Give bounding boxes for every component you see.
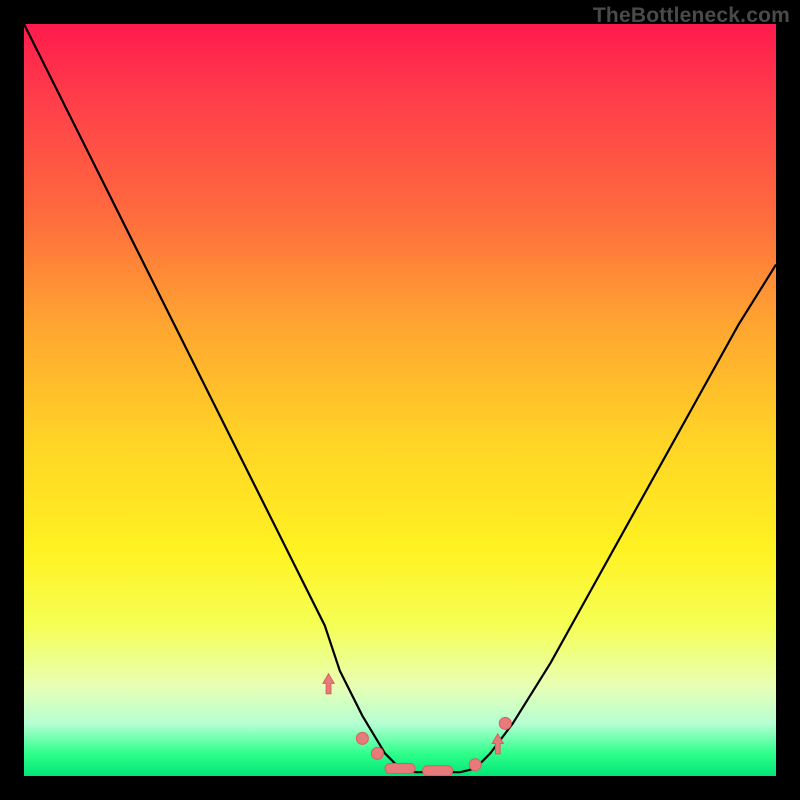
- plot-area: [24, 24, 776, 776]
- marker-dot: [356, 732, 368, 744]
- marker-dot: [469, 759, 481, 771]
- marker-dot: [371, 747, 383, 759]
- outer-frame: TheBottleneck.com: [0, 0, 800, 800]
- bottleneck-chart: [24, 24, 776, 776]
- marker-up-arrow: [323, 674, 334, 694]
- marker-pill: [385, 764, 415, 774]
- marker-pill: [423, 766, 453, 776]
- curve-path: [24, 24, 776, 772]
- watermark-label: TheBottleneck.com: [593, 4, 790, 28]
- marker-dot: [499, 717, 511, 729]
